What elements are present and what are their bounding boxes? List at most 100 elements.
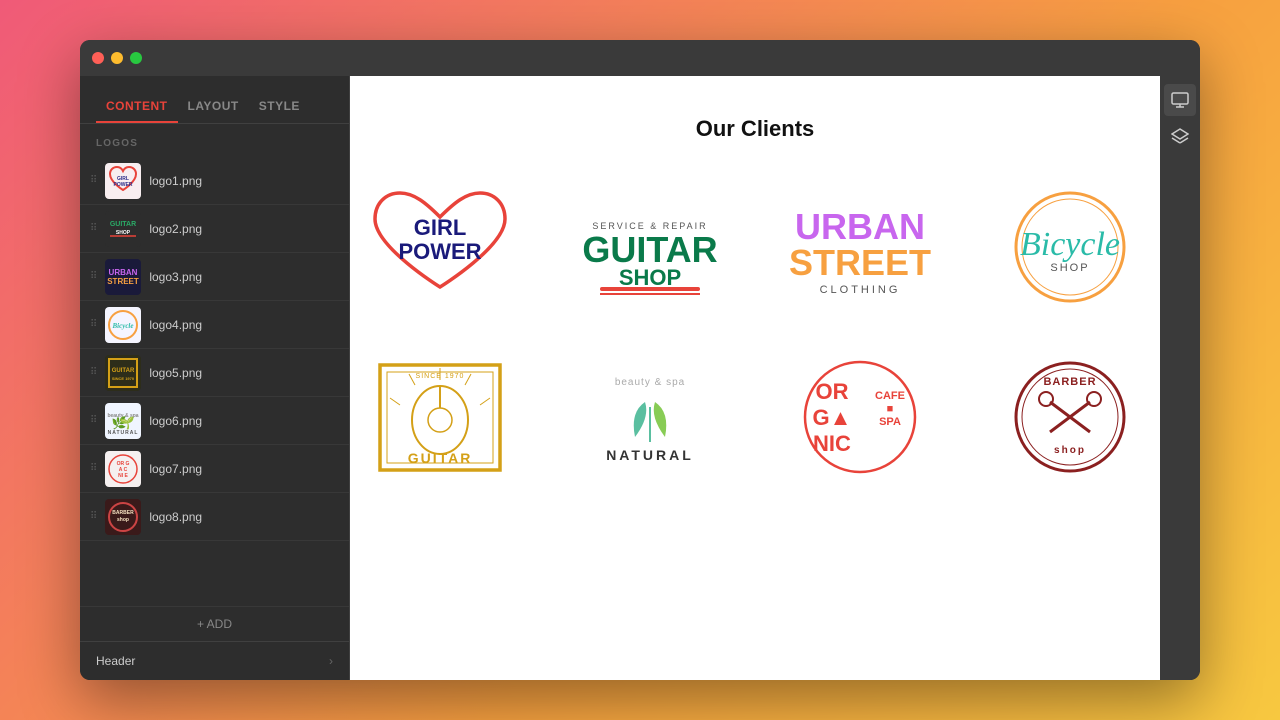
tab-content[interactable]: CONTENT (96, 91, 178, 123)
copy-icon[interactable]: ⧉ (307, 317, 316, 333)
copy-icon[interactable]: ⧉ (307, 509, 316, 525)
logo-filename: logo8.png (149, 510, 299, 524)
svg-text:SPA: SPA (879, 416, 901, 428)
logo-cell: BARBER shop (980, 352, 1160, 482)
svg-text:shop: shop (117, 517, 129, 523)
drag-handle[interactable]: ⠿ (90, 415, 97, 426)
list-item[interactable]: ⠿ Bicycle logo4.png ⧉ 🗑 (80, 301, 349, 349)
svg-text:Bicycle: Bicycle (112, 322, 134, 330)
svg-text:STREET: STREET (108, 277, 140, 286)
delete-icon[interactable]: 🗑 (322, 221, 339, 237)
tab-bar: CONTENT LAYOUT STYLE (80, 76, 349, 124)
svg-text:SHOP: SHOP (116, 230, 131, 236)
tab-style[interactable]: STYLE (249, 91, 310, 123)
svg-text:GUITAR: GUITAR (582, 229, 717, 270)
guitar-vintage-logo: GUITAR SINCE 1970 (375, 360, 505, 475)
svg-text:NATURAL: NATURAL (108, 430, 139, 436)
delete-icon[interactable]: 🗑 (322, 365, 339, 381)
logo-thumbnail: BARBER shop (105, 499, 141, 535)
list-item[interactable]: ⠿ beauty & spa 🌿 🌱 NATURAL logo6.png ⧉ 🗑 (80, 397, 349, 445)
logo-cell: URBAN STREET CLOTHING (770, 182, 950, 312)
logo-cell: SERVICE & REPAIR GUITAR SHOP (560, 182, 740, 312)
svg-text:NI E: NI E (118, 473, 128, 479)
svg-text:SINCE 1970: SINCE 1970 (416, 373, 465, 380)
logo-cell: beauty & spa NATURAL (560, 352, 740, 482)
copy-icon[interactable]: ⧉ (307, 269, 316, 285)
urban-street-logo: URBAN STREET CLOTHING (780, 187, 940, 307)
logos-section-label: LOGOS (80, 124, 349, 157)
add-logo-button[interactable]: + ADD (80, 606, 349, 641)
girl-power-logo: GIRL POWER (360, 187, 520, 307)
svg-text:STREET: STREET (789, 242, 931, 283)
svg-text:POWER: POWER (398, 239, 481, 264)
logo-filename: logo1.png (149, 174, 299, 188)
organic-cafe-logo: OR CAFE G▲ ■ SPA NIC (790, 357, 930, 477)
svg-text:SHOP: SHOP (1050, 262, 1089, 274)
drag-handle[interactable]: ⠿ (90, 271, 97, 282)
maximize-dot[interactable] (130, 52, 142, 64)
desktop-icon[interactable] (1164, 84, 1196, 116)
svg-text:SHOP: SHOP (619, 265, 681, 290)
bicycle-shop-logo: Bicycle SHOP (990, 187, 1150, 307)
svg-text:Bicycle: Bicycle (1020, 226, 1120, 263)
layers-icon[interactable] (1164, 120, 1196, 152)
logo-filename: logo2.png (149, 222, 299, 236)
copy-icon[interactable]: ⧉ (307, 413, 316, 429)
logo-thumbnail: OR G A C NI E (105, 451, 141, 487)
svg-text:GUITAR: GUITAR (408, 450, 473, 466)
logo-cell: Bicycle SHOP (980, 182, 1160, 312)
copy-icon[interactable]: ⧉ (307, 173, 316, 189)
svg-text:CAFE: CAFE (875, 390, 905, 402)
list-item[interactable]: ⠿ OR G A C NI E logo7.png ⧉ 🗑 (80, 445, 349, 493)
tab-layout[interactable]: LAYOUT (178, 91, 249, 123)
svg-text:URBAN: URBAN (109, 268, 138, 277)
logo-thumbnail: GUITAR SHOP (105, 211, 141, 247)
logo-cell: GUITAR SINCE 1970 (350, 352, 530, 482)
list-item[interactable]: ⠿ GUITAR SINCE 1970 logo5.png ⧉ 🗑 (80, 349, 349, 397)
delete-icon[interactable]: 🗑 (322, 173, 339, 189)
list-item[interactable]: ⠿ GIRL POWER logo1.png ⧉ 🗑 (80, 157, 349, 205)
natural-spa-logo: beauty & spa NATURAL (570, 357, 730, 477)
logo-thumbnail: GIRL POWER (105, 163, 141, 199)
editor-window: CONTENT LAYOUT STYLE LOGOS ⠿ GIRL POWER (80, 40, 1200, 680)
close-dot[interactable] (92, 52, 104, 64)
svg-text:G▲: G▲ (813, 405, 852, 430)
list-item[interactable]: ⠿ BARBER shop logo8.png ⧉ 🗑 (80, 493, 349, 541)
svg-text:shop: shop (1054, 445, 1086, 456)
window-body: CONTENT LAYOUT STYLE LOGOS ⠿ GIRL POWER (80, 76, 1200, 680)
canvas-area: Our Clients GIRL POWER (350, 76, 1160, 522)
logo-cell: OR CAFE G▲ ■ SPA NIC (770, 352, 950, 482)
list-item[interactable]: ⠿ GUITAR SHOP logo2.png ⧉ 🗑 (80, 205, 349, 253)
list-item[interactable]: ⠿ URBAN STREET logo3.png ⧉ 🗑 (80, 253, 349, 301)
svg-text:■: ■ (887, 403, 894, 415)
logo-filename: logo5.png (149, 366, 299, 380)
drag-handle[interactable]: ⠿ (90, 223, 97, 234)
drag-handle[interactable]: ⠿ (90, 511, 97, 522)
delete-icon[interactable]: 🗑 (322, 413, 339, 429)
svg-text:SINCE 1970: SINCE 1970 (112, 376, 135, 381)
copy-icon[interactable]: ⧉ (307, 461, 316, 477)
svg-text:BARBER: BARBER (113, 510, 135, 516)
logo-thumbnail: URBAN STREET (105, 259, 141, 295)
copy-icon[interactable]: ⧉ (307, 221, 316, 237)
sidebar-footer-header[interactable]: Header › (80, 641, 349, 680)
logo-filename: logo6.png (149, 414, 299, 428)
logo-filename: logo3.png (149, 270, 299, 284)
drag-handle[interactable]: ⠿ (90, 175, 97, 186)
svg-text:GUITAR: GUITAR (110, 221, 136, 228)
delete-icon[interactable]: 🗑 (322, 509, 339, 525)
svg-text:GUITAR: GUITAR (112, 368, 135, 374)
logo-filename: logo4.png (149, 318, 299, 332)
delete-icon[interactable]: 🗑 (322, 317, 339, 333)
copy-icon[interactable]: ⧉ (307, 365, 316, 381)
minimize-dot[interactable] (111, 52, 123, 64)
delete-icon[interactable]: 🗑 (322, 269, 339, 285)
drag-handle[interactable]: ⠿ (90, 463, 97, 474)
titlebar (80, 40, 1200, 76)
svg-text:POWER: POWER (114, 182, 133, 188)
drag-handle[interactable]: ⠿ (90, 367, 97, 378)
svg-text:CLOTHING: CLOTHING (820, 284, 901, 296)
delete-icon[interactable]: 🗑 (322, 461, 339, 477)
drag-handle[interactable]: ⠿ (90, 319, 97, 330)
main-canvas: Our Clients GIRL POWER (350, 76, 1160, 680)
